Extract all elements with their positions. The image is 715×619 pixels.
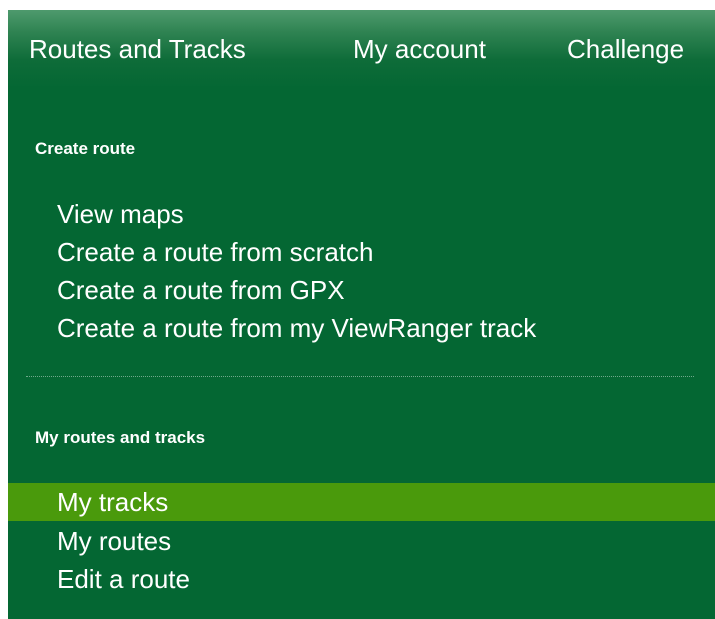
menu-item-create-from-gpx[interactable]: Create a route from GPX: [8, 271, 715, 309]
create-route-heading: Create route: [35, 139, 136, 158]
my-routes-and-tracks-heading: My routes and tracks: [35, 428, 206, 447]
menu-item-view-maps[interactable]: View maps: [8, 195, 715, 233]
nav-routes-and-tracks[interactable]: Routes and Tracks: [29, 34, 246, 64]
menu-item-create-from-viewranger-track[interactable]: Create a route from my ViewRanger track: [8, 309, 715, 347]
routes-menu-panel: Routes and Tracks My account Challenge C…: [8, 10, 715, 619]
menu-item-create-from-scratch[interactable]: Create a route from scratch: [8, 233, 715, 271]
menu-item-edit-a-route[interactable]: Edit a route: [8, 560, 715, 598]
nav-challenges[interactable]: Challenge: [567, 34, 684, 64]
menu-item-my-tracks[interactable]: My tracks: [8, 483, 715, 521]
nav-my-account[interactable]: My account: [353, 34, 486, 64]
top-navigation-bar: Routes and Tracks My account Challenge: [8, 10, 715, 88]
section-divider: [26, 376, 694, 377]
menu-item-my-routes[interactable]: My routes: [8, 522, 715, 560]
